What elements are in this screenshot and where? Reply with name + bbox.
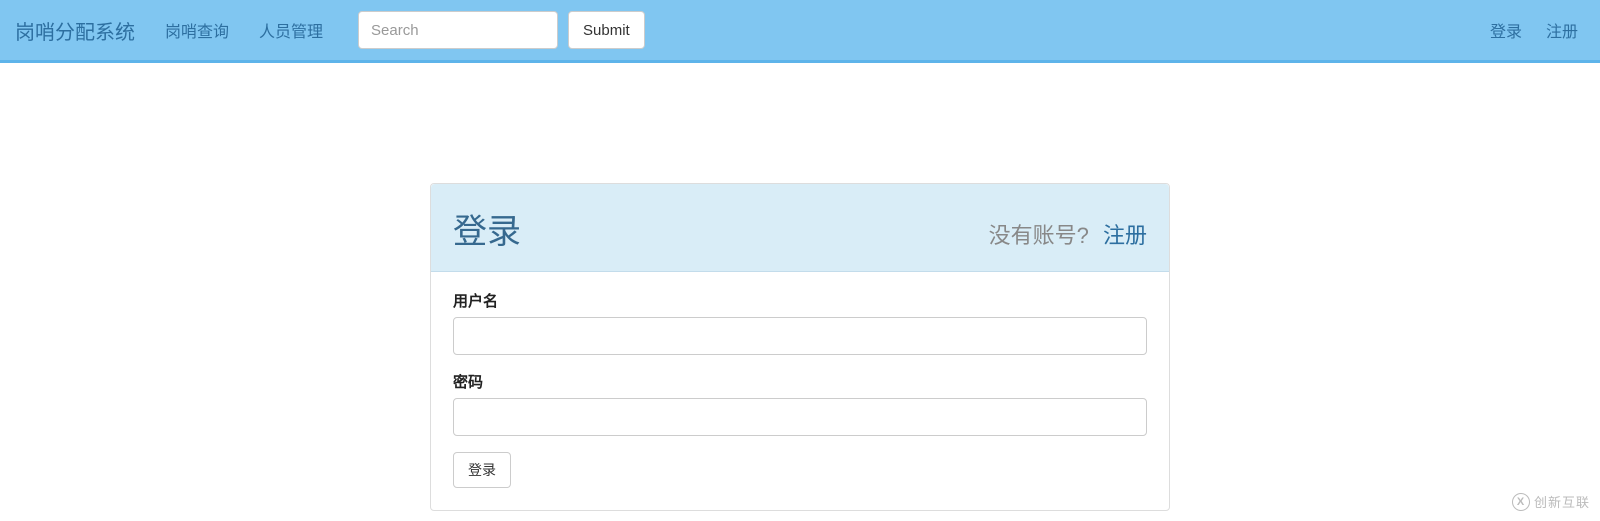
main-container: 登录 没有账号? 注册 用户名 密码 登录 [430,183,1170,511]
login-panel-body: 用户名 密码 登录 [431,272,1169,510]
navbar-right: 登录 注册 [1478,18,1590,42]
username-label: 用户名 [453,290,1147,311]
nav-link-register[interactable]: 注册 [1534,18,1590,42]
nav-link-login[interactable]: 登录 [1478,18,1534,42]
no-account-text: 没有账号? [989,223,1089,248]
search-submit-button[interactable]: Submit [568,11,645,49]
login-panel-heading: 登录 没有账号? 注册 [431,184,1169,272]
nav-search-form: Submit [358,11,645,49]
login-panel: 登录 没有账号? 注册 用户名 密码 登录 [430,183,1170,511]
watermark: X 创新互联 [1512,492,1590,511]
username-input[interactable] [453,317,1147,355]
password-group: 密码 [453,371,1147,436]
password-input[interactable] [453,398,1147,436]
nav-link-personnel[interactable]: 人员管理 [244,18,338,42]
nav-link-sentry-query[interactable]: 岗哨查询 [150,18,244,42]
search-input[interactable] [358,11,558,49]
password-label: 密码 [453,371,1147,392]
register-link[interactable]: 注册 [1103,223,1147,248]
watermark-text: 创新互联 [1534,492,1590,511]
username-group: 用户名 [453,290,1147,355]
login-panel-subtitle: 没有账号? 注册 [989,218,1147,250]
login-panel-title: 登录 [453,204,521,253]
login-button[interactable]: 登录 [453,452,511,488]
watermark-icon: X [1512,493,1530,511]
brand-link[interactable]: 岗哨分配系统 [10,16,150,45]
top-navbar: 岗哨分配系统 岗哨查询 人员管理 Submit 登录 注册 [0,0,1600,63]
